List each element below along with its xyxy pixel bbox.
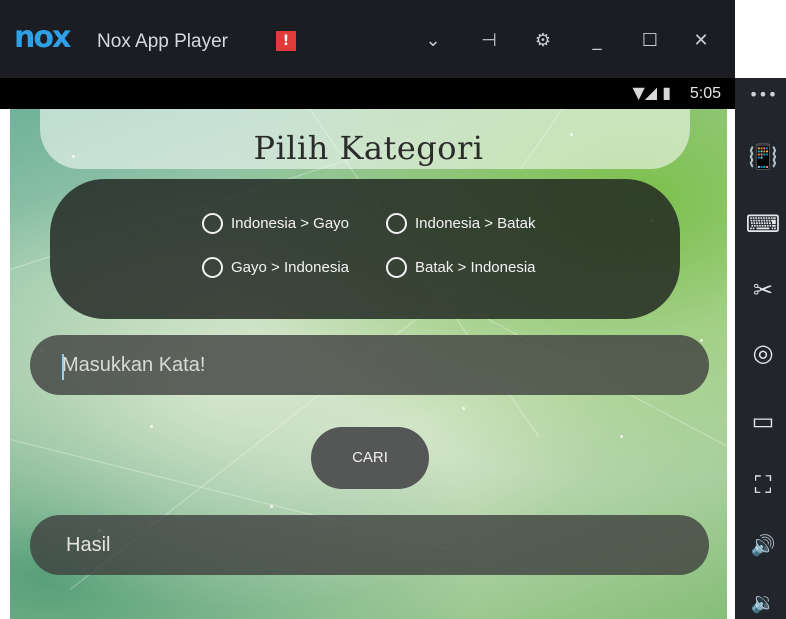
pin-icon[interactable]: ⊣ bbox=[474, 26, 504, 56]
location-icon[interactable]: ◎ bbox=[744, 336, 782, 370]
nox-logo: nox bbox=[14, 20, 71, 55]
search-button[interactable]: CARI bbox=[311, 427, 429, 489]
shake-phone-icon[interactable]: 📳 bbox=[744, 140, 782, 174]
wifi-signal-battery-icon: ▼◢ ▮ bbox=[632, 83, 672, 102]
more-options-icon[interactable]: ••• bbox=[744, 78, 782, 112]
minimize-icon[interactable]: _ bbox=[582, 26, 612, 56]
android-status-bar: ▼◢ ▮ 5:05 bbox=[0, 78, 735, 109]
radio-label: Gayo > Indonesia bbox=[231, 259, 350, 276]
app-screen: Pilih Kategori Indonesia > Gayo Indonesi… bbox=[10, 109, 727, 619]
emulator-title-bar: nox Nox App Player ! ⌄ ⊣ ⚙ _ ☐ ✕ bbox=[0, 0, 735, 78]
radio-option-indonesia-batak[interactable]: Indonesia > Batak bbox=[386, 213, 536, 234]
status-time: 5:05 bbox=[689, 85, 721, 102]
category-radio-group: Indonesia > Gayo Indonesia > Batak Gayo … bbox=[50, 179, 680, 319]
fullscreen-icon[interactable]: ⛶ bbox=[744, 468, 782, 502]
text-cursor bbox=[62, 354, 64, 380]
chevron-down-icon[interactable]: ⌄ bbox=[418, 26, 448, 56]
radio-circle-icon[interactable] bbox=[202, 213, 223, 234]
radio-circle-icon[interactable] bbox=[386, 257, 407, 278]
settings-gear-icon[interactable]: ⚙ bbox=[528, 26, 558, 56]
side-toolbar-gap bbox=[735, 0, 786, 78]
page-title: Pilih Kategori bbox=[253, 129, 484, 167]
keyboard-icon[interactable]: ⌨ bbox=[744, 207, 782, 241]
radio-label: Indonesia > Gayo bbox=[231, 215, 350, 232]
close-icon[interactable]: ✕ bbox=[686, 26, 716, 56]
radio-label: Batak > Indonesia bbox=[415, 259, 536, 276]
screenshot-scissors-icon[interactable]: ✂ bbox=[744, 273, 782, 307]
volume-up-icon[interactable]: 🔊 bbox=[744, 528, 782, 562]
radio-option-gayo-indonesia[interactable]: Gayo > Indonesia bbox=[202, 257, 349, 278]
word-search-input[interactable] bbox=[30, 335, 709, 395]
volume-down-icon[interactable]: 🔉 bbox=[744, 585, 782, 619]
maximize-icon[interactable]: ☐ bbox=[635, 26, 665, 56]
radio-option-indonesia-gayo[interactable]: Indonesia > Gayo bbox=[202, 213, 349, 234]
alert-icon[interactable]: ! bbox=[276, 31, 296, 51]
screen-icon[interactable]: ▭ bbox=[744, 404, 782, 438]
result-field: Hasil bbox=[30, 515, 709, 575]
radio-circle-icon[interactable] bbox=[386, 213, 407, 234]
radio-option-batak-indonesia[interactable]: Batak > Indonesia bbox=[386, 257, 536, 278]
radio-label: Indonesia > Batak bbox=[415, 215, 536, 232]
radio-circle-icon[interactable] bbox=[202, 257, 223, 278]
window-title: Nox App Player bbox=[97, 31, 228, 52]
